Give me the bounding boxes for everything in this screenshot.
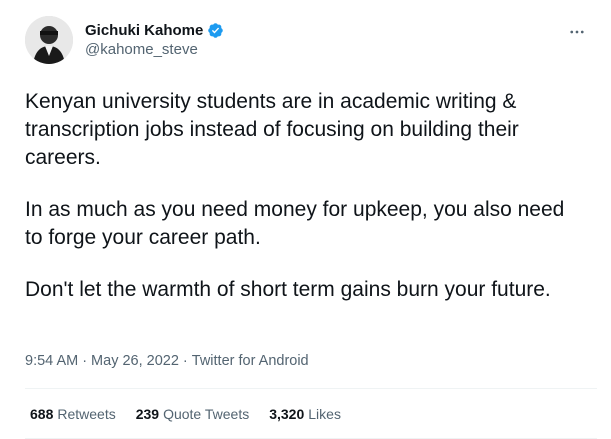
tweet-meta: 9:54 AM · May 26, 2022 · Twitter for And… — [25, 353, 309, 369]
likes-count: 3,320 — [269, 406, 305, 422]
tweet-date[interactable]: May 26, 2022 — [91, 353, 179, 369]
handle[interactable]: @kahome_steve — [85, 41, 224, 58]
verified-badge-icon — [207, 22, 224, 39]
tweet-card: Gichuki Kahome @kahome_steve Kenyan univ… — [0, 0, 611, 439]
display-name[interactable]: Gichuki Kahome — [85, 22, 203, 39]
tweet-paragraph: In as much as you need money for upkeep,… — [25, 198, 565, 249]
quote-tweets-stat[interactable]: 239 Quote Tweets — [136, 406, 250, 422]
divider — [25, 388, 597, 389]
meta-separator: · — [82, 353, 88, 369]
tweet-source[interactable]: Twitter for Android — [192, 353, 309, 369]
tweet-text: Kenyan university students are in academ… — [25, 88, 587, 304]
likes-stat[interactable]: 3,320 Likes — [269, 406, 341, 422]
more-options-button[interactable] — [565, 22, 589, 42]
retweets-count: 688 — [30, 406, 54, 422]
retweets-stat[interactable]: 688 Retweets — [30, 406, 116, 422]
tweet-header: Gichuki Kahome @kahome_steve — [25, 12, 597, 68]
engagement-stats: 688 Retweets 239 Quote Tweets 3,320 Like… — [30, 406, 341, 422]
likes-label: Likes — [308, 406, 341, 422]
more-horizontal-icon — [570, 30, 584, 34]
name-row: Gichuki Kahome — [85, 22, 224, 39]
avatar[interactable] — [25, 16, 73, 64]
quote-tweets-count: 239 — [135, 406, 160, 422]
quote-tweets-label: Quote Tweets — [163, 406, 250, 422]
author-info: Gichuki Kahome @kahome_steve — [85, 22, 224, 58]
retweets-label: Retweets — [57, 406, 116, 422]
meta-separator: · — [182, 353, 188, 369]
tweet-paragraph: Kenyan university students are in academ… — [25, 90, 519, 169]
tweet-paragraph: Don't let the warmth of short term gains… — [25, 278, 551, 301]
avatar-image — [25, 16, 73, 64]
tweet-time[interactable]: 9:54 AM — [25, 353, 78, 369]
